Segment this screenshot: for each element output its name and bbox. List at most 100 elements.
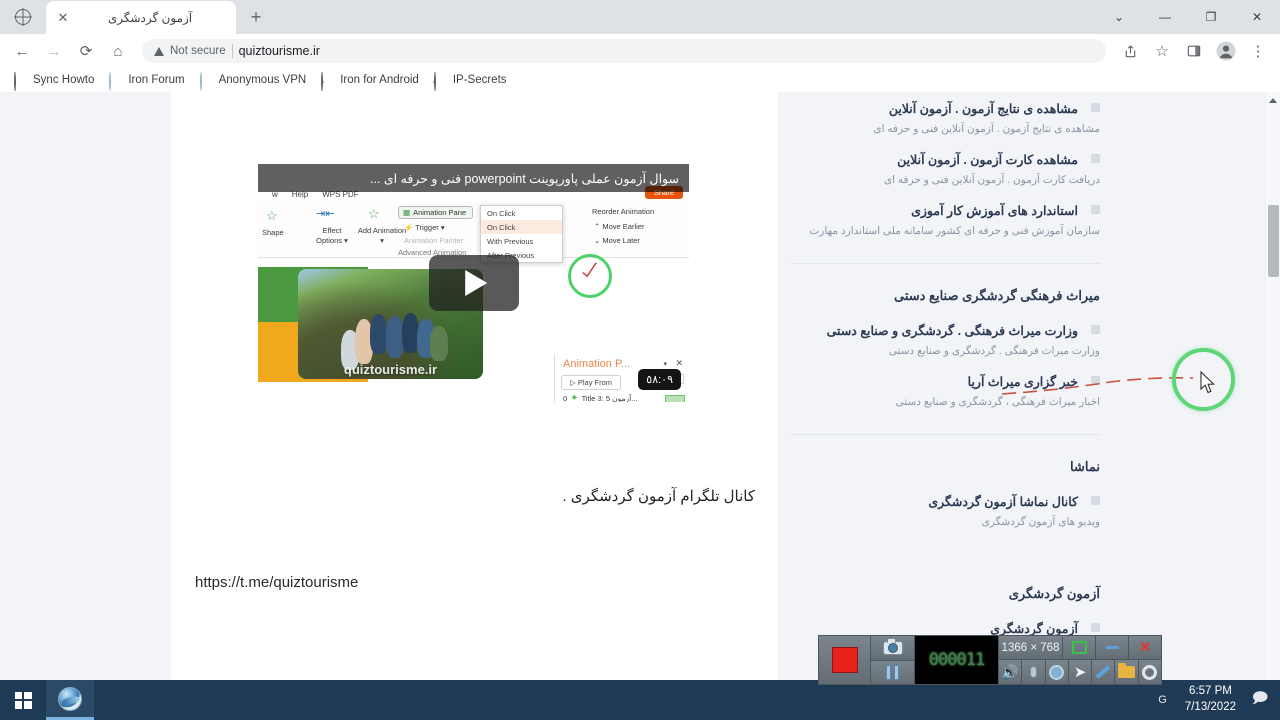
browser-toolbar: ← → ⟳ ⌂ Not secure quiztourisme.ir ☆ ⋮ xyxy=(0,34,1280,68)
recorder-top-row: 1366 × 768 ✕ xyxy=(999,636,1161,660)
iron-icon xyxy=(199,72,214,91)
cursor-trail xyxy=(1001,377,1194,395)
bookmark-label: IP-Secrets xyxy=(452,74,507,86)
maximize-button[interactable]: ❐ xyxy=(1188,0,1234,34)
bookmark-iron-for-android[interactable]: Iron for Android xyxy=(315,71,425,91)
stop-recording-button[interactable] xyxy=(819,636,871,684)
close-icon: ✕ xyxy=(675,358,683,368)
resolution-label: 1366 × 768 xyxy=(999,636,1062,659)
snapshot-button[interactable] xyxy=(871,636,914,661)
scrollbar-thumb[interactable] xyxy=(1268,205,1279,277)
page-scrollbar[interactable] xyxy=(1265,92,1280,680)
speaker-icon[interactable]: 🔊 xyxy=(999,660,1022,684)
sidebar-link-namasha-channel[interactable]: کانال نماشا آزمون گردشگری ویدیو های آزمو… xyxy=(790,493,1100,544)
globe-icon xyxy=(433,72,448,91)
sidebar-link-title: استاندارد های آموزش کار آموزی xyxy=(911,204,1078,219)
windows-taskbar: G 6:57 PM 7/13/2022 🗩 xyxy=(0,680,1280,720)
pen-icon[interactable] xyxy=(1091,660,1115,684)
bookmark-ip-secrets[interactable]: IP-Secrets xyxy=(428,71,513,91)
sidebar-group-2: وزارت میراث فرهنگی . گردشگری و صنایع دست… xyxy=(790,322,1100,424)
tab-search-icon[interactable]: ⌄ xyxy=(1096,0,1142,34)
bookmark-label: Anonymous VPN xyxy=(218,74,307,86)
sidebar-divider xyxy=(790,434,1100,436)
bullet-icon xyxy=(1091,154,1100,164)
new-tab-button[interactable]: + xyxy=(242,3,270,31)
close-recorder-button[interactable]: ✕ xyxy=(1128,636,1161,659)
tab-quiztourisme[interactable]: ✕ آزمون گردشگری xyxy=(46,1,236,34)
browser-menu-icon[interactable]: ⋮ xyxy=(1244,37,1272,65)
side-panel-icon[interactable] xyxy=(1180,37,1208,65)
telegram-url-link[interactable]: https://t.me/quiztourisme xyxy=(195,574,358,591)
timer-value: 000011 xyxy=(928,650,985,670)
taskbar-clock[interactable]: 6:57 PM 7/13/2022 xyxy=(1175,684,1246,715)
profile-avatar-icon[interactable] xyxy=(1212,37,1240,65)
bookmarks-bar: Sync Howto Iron Forum Anonymous VPN Iron… xyxy=(0,68,1280,92)
sidebar-link-desc: سازمان آموزش فنی و حرفه ای کشور سامانه م… xyxy=(809,224,1100,237)
bullet-icon xyxy=(1091,205,1100,215)
webcam-icon[interactable] xyxy=(1044,660,1068,684)
sidebar-link-exam-results[interactable]: مشاهده ی نتایج آزمون . آزمون آنلاین مشاه… xyxy=(790,100,1100,151)
ppt-trigger-label: ⚡ Trigger ▾ xyxy=(404,223,445,232)
ppt-move-later-label: ⌄ Move Later xyxy=(594,236,640,245)
bookmark-anonymous-vpn[interactable]: Anonymous VPN xyxy=(194,71,313,91)
bookmark-sync-howto[interactable]: Sync Howto xyxy=(8,71,100,91)
window-controls: ⌄ — ❐ ✕ xyxy=(1096,0,1280,34)
globe-icon xyxy=(321,72,335,91)
sidebar-link-exam-card[interactable]: مشاهده کارت آزمون . آزمون آنلاین دریافت … xyxy=(790,151,1100,202)
ppt-red-check-icon xyxy=(582,262,597,278)
language-indicator[interactable]: G xyxy=(1150,694,1175,706)
recorder-right-column: 1366 × 768 ✕ 🔊 ➤ xyxy=(999,636,1161,684)
forward-icon[interactable]: → xyxy=(40,37,68,65)
bookmark-iron-forum[interactable]: Iron Forum xyxy=(103,71,190,91)
minimize-button[interactable]: — xyxy=(1142,0,1188,34)
bookmark-label: Iron Forum xyxy=(128,74,185,86)
omnibox-divider xyxy=(231,44,233,58)
tab-close-icon[interactable]: ✕ xyxy=(54,9,72,27)
system-tray: G 6:57 PM 7/13/2022 🗩 xyxy=(1150,680,1280,720)
folder-icon[interactable] xyxy=(1114,660,1138,684)
start-button[interactable] xyxy=(0,680,46,720)
back-icon[interactable]: ← xyxy=(8,37,36,65)
video-player[interactable]: w Help WPS PDF Share ☆ Shape ⇥⇤ Effect O… xyxy=(258,164,689,402)
pause-button[interactable] xyxy=(871,660,914,684)
bookmark-star-icon[interactable]: ☆ xyxy=(1148,37,1176,65)
scroll-up-arrow-icon[interactable] xyxy=(1269,98,1277,103)
notifications-icon[interactable]: 🗩 xyxy=(1246,688,1274,713)
sidebar-link-standards[interactable]: استاندارد های آموزش کار آموزی سازمان آمو… xyxy=(790,202,1100,253)
sidebar-link-desc: مشاهده ی نتایج آزمون . آزمون آنلاین فنی … xyxy=(873,122,1100,135)
sidebar-link-title: مشاهده ی نتایج آزمون . آزمون آنلاین xyxy=(888,102,1078,116)
cursor-icon[interactable]: ➤ xyxy=(1067,660,1092,684)
watermark-text: quiztourisme.ir xyxy=(343,362,438,377)
video-play-button[interactable] xyxy=(428,255,519,311)
bullet-icon xyxy=(1091,623,1100,633)
minimize-recorder-button[interactable] xyxy=(1095,636,1128,659)
address-bar[interactable]: Not secure quiztourisme.ir xyxy=(142,39,1106,63)
microphone-icon[interactable] xyxy=(1021,660,1045,684)
sidebar-section-heading-quiz: آزمون گردشگری xyxy=(1008,586,1100,602)
sidebar-section-heading-namasha: نماشا xyxy=(1070,459,1100,475)
shape-star-icon: ☆ xyxy=(266,208,278,223)
home-icon[interactable]: ⌂ xyxy=(104,37,132,65)
ppt-move-earlier-label: ⌃ Move Earlier xyxy=(594,222,645,231)
sidebar-link-desc: ویدیو های آزمون گردشگری xyxy=(981,515,1100,528)
sidebar-link-ministry[interactable]: وزارت میراث فرهنگی . گردشگری و صنایع دست… xyxy=(790,322,1100,373)
restore-button[interactable] xyxy=(1062,636,1095,659)
animation-item: 0 ✦ Title 3: 5 آزمون... xyxy=(555,392,689,402)
reload-icon[interactable]: ⟳ xyxy=(72,37,100,65)
taskbar-app-iron-browser[interactable] xyxy=(46,680,94,720)
chevron-down-icon: ▾ xyxy=(663,361,667,368)
clock-time: 6:57 PM xyxy=(1189,685,1232,698)
animation-pane-label: Animation Pane xyxy=(413,208,467,217)
iron-icon xyxy=(109,72,123,91)
ppt-animation-painter-label: Animation Painter xyxy=(404,236,464,245)
browser-window: ✕ آزمون گردشگری + ⌄ — ❐ ✕ ← → ⟳ ⌂ Not se… xyxy=(0,0,1280,720)
share-icon[interactable] xyxy=(1116,37,1144,65)
url-text: quiztourisme.ir xyxy=(238,44,320,58)
settings-gear-icon[interactable] xyxy=(1137,660,1161,684)
dropdown-current-value: On Click xyxy=(487,208,516,218)
close-window-button[interactable]: ✕ xyxy=(1234,0,1280,34)
sidebar-link-title: کانال نماشا آزمون گردشگری xyxy=(928,495,1078,510)
globe-icon xyxy=(14,72,28,91)
sidebar-link-title: وزارت میراث فرهنگی . گردشگری و صنایع دست… xyxy=(826,324,1078,339)
